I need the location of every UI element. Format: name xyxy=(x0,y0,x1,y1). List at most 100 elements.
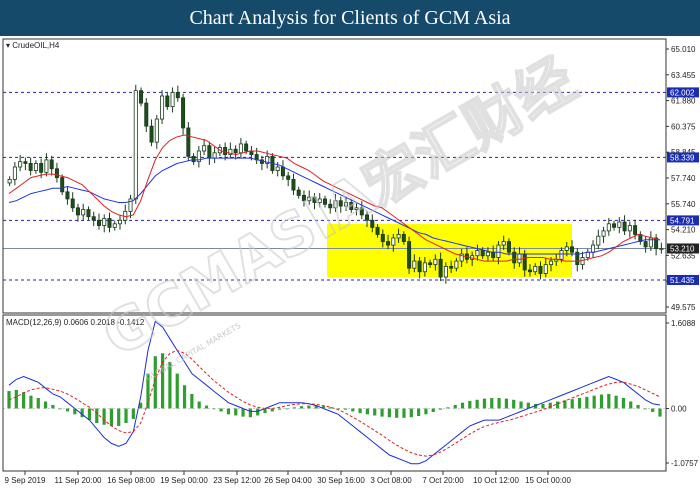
candle-body xyxy=(480,250,485,257)
candle-body xyxy=(622,221,627,232)
macd-histogram-bar xyxy=(358,408,362,414)
candle-body xyxy=(112,223,117,228)
candle-body xyxy=(139,90,144,104)
candle-body xyxy=(612,223,617,228)
macd-histogram-bar xyxy=(22,392,26,409)
candle-body xyxy=(175,92,180,99)
candle-body xyxy=(275,166,280,171)
candle-body xyxy=(107,218,112,228)
macd-histogram-bar xyxy=(629,401,633,409)
price-tick-label: 61.880 xyxy=(671,97,696,106)
current-price-label: 53.210 xyxy=(670,244,695,253)
time-tick-label: 30 Sep 16:00 xyxy=(317,476,365,485)
macd-histogram-bar xyxy=(307,405,311,409)
candle-body xyxy=(65,191,70,200)
candle-body xyxy=(144,102,149,127)
macd-histogram-bar xyxy=(468,400,472,409)
candle-body xyxy=(75,207,80,216)
candle-body xyxy=(533,266,538,273)
candle-body xyxy=(564,246,569,251)
candle-body xyxy=(160,95,165,120)
candle-body xyxy=(454,260,459,269)
candle-body xyxy=(517,253,522,264)
macd-histogram-bar xyxy=(219,408,223,412)
macd-histogram-bar xyxy=(555,401,560,409)
price-tick-label: 60.375 xyxy=(671,122,696,131)
macd-histogram-bar xyxy=(512,399,516,409)
macd-histogram-bar xyxy=(607,393,611,409)
candle-body xyxy=(7,179,12,184)
time-tick-label: 3 Oct 08:00 xyxy=(370,476,412,485)
macd-histogram-bar xyxy=(431,408,435,412)
candle-body xyxy=(417,260,422,273)
macd-histogram-bar xyxy=(614,395,618,409)
macd-histogram-bar xyxy=(475,399,479,409)
macd-histogram-bar xyxy=(541,403,545,409)
macd-histogram-bar xyxy=(424,408,428,415)
candle-body xyxy=(627,225,632,232)
candle-body xyxy=(401,234,406,242)
candle-body xyxy=(96,219,101,226)
candle-body xyxy=(548,260,553,266)
title-banner: Chart Analysis for Clients of GCM Asia xyxy=(0,0,700,36)
time-tick-label: 19 Sep 00:00 xyxy=(160,476,208,485)
candle-body xyxy=(391,237,396,246)
macd-histogram-bar xyxy=(570,399,574,409)
candle-body xyxy=(170,92,175,108)
macd-histogram-bar xyxy=(497,398,501,409)
macd-histogram-bar xyxy=(65,408,70,412)
candle-body xyxy=(380,234,385,242)
macd-histogram-bar xyxy=(460,402,465,409)
macd-histogram-bar xyxy=(409,408,413,418)
candle-body xyxy=(617,221,622,228)
candle-body xyxy=(118,219,123,225)
macd-histogram-bar xyxy=(482,398,487,409)
macd-histogram-bar xyxy=(395,408,399,418)
candle-body xyxy=(49,159,54,170)
macd-histogram-bar xyxy=(36,398,40,409)
candle-body xyxy=(375,226,380,235)
candle-body xyxy=(12,166,17,180)
macd-histogram-bar xyxy=(299,406,304,409)
candle-body xyxy=(412,260,417,269)
price-tick-label: 65.010 xyxy=(671,45,696,54)
candle-body xyxy=(491,251,496,258)
candle-body xyxy=(233,148,238,154)
level-price-label: 62.002 xyxy=(670,88,695,97)
candle-body xyxy=(207,145,212,159)
macd-histogram-bar xyxy=(365,408,370,415)
candle-body xyxy=(60,177,65,193)
price-tick-label: 49.575 xyxy=(671,303,696,312)
candle-body xyxy=(149,125,154,143)
time-tick-label: 7 Oct 20:00 xyxy=(422,476,464,485)
macd-histogram-bar xyxy=(387,408,391,418)
macd-histogram-bar xyxy=(453,405,457,409)
candle-body xyxy=(249,150,254,155)
candle-body xyxy=(186,127,191,157)
candle-body xyxy=(643,241,648,248)
macd-histogram-bar xyxy=(182,385,187,409)
candle-body xyxy=(291,179,296,191)
macd-histogram-bar xyxy=(102,408,106,425)
candle-body xyxy=(433,258,438,266)
price-tick-label: 63.455 xyxy=(671,71,696,80)
time-tick-label: 15 Oct 00:00 xyxy=(525,476,571,485)
macd-histogram-bar xyxy=(131,408,135,419)
macd-histogram-bar xyxy=(95,408,99,424)
price-tick-label: 54.210 xyxy=(671,226,696,235)
time-tick-label: 9 Sep 2019 xyxy=(5,476,46,485)
macd-histogram-bar xyxy=(14,389,18,409)
macd-histogram-bar xyxy=(190,393,194,409)
time-tick-label: 11 Sep 20:00 xyxy=(54,476,102,485)
candle-body xyxy=(202,145,207,152)
candle-body xyxy=(191,155,196,163)
macd-histogram-bar xyxy=(204,405,209,409)
candle-body xyxy=(449,266,454,269)
candle-body xyxy=(102,218,107,226)
macd-histogram-bar xyxy=(175,373,179,409)
candle-body xyxy=(601,230,606,237)
candle-body xyxy=(23,161,28,164)
candle-body xyxy=(54,168,59,179)
macd-histogram-bar xyxy=(234,408,238,416)
chart-area: 65.01063.45561.88060.37558.84557.74055.7… xyxy=(0,36,700,500)
